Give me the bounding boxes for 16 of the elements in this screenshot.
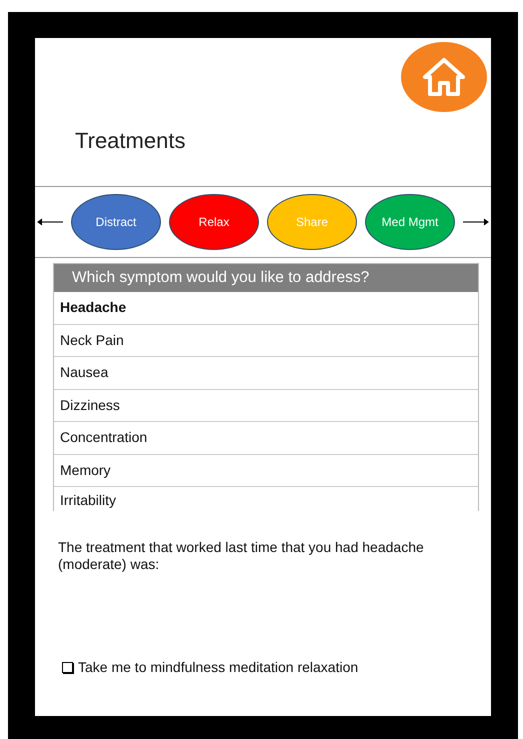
page-title: Treatments [75,128,186,153]
symptom-item[interactable]: Concentration [54,422,478,454]
home-icon [422,57,466,97]
symptom-item[interactable]: Memory [54,454,478,487]
symptom-list-heading: Which symptom would you like to address? [54,264,478,292]
treatment-button[interactable]: Relax [169,194,259,250]
treatment-message: The treatment that worked last time that you had headache (moderate) was: [58,539,425,573]
left-arrow-icon [37,218,63,226]
right-arrow-icon [463,218,489,226]
symptom-item[interactable]: Irritability [54,487,478,511]
checkbox-icon [62,662,73,673]
symptom-item[interactable]: Nausea [54,357,478,390]
treatment-button[interactable]: Distract [71,194,161,250]
symptom-item[interactable]: Neck Pain [54,324,478,357]
symptom-item[interactable]: Dizziness [54,390,478,422]
relaxation-checkbox[interactable]: Take me to mindfulness meditation relaxation [62,657,491,678]
